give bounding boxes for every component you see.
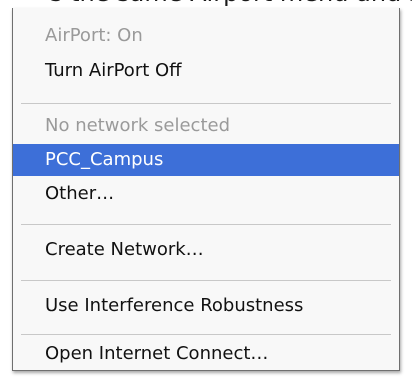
menu-separator [21, 334, 391, 335]
clipped-caption-text: s the same Airport menu and selec [0, 0, 412, 8]
other-network-item[interactable]: Other… [13, 178, 399, 210]
open-internet-connect-item[interactable]: Open Internet Connect… [13, 338, 399, 370]
airport-status-label: AirPort: On [45, 25, 143, 46]
turn-airport-off-item[interactable]: Turn AirPort Off [13, 55, 399, 87]
use-interference-robustness-item[interactable]: Use Interference Robustness [13, 290, 399, 322]
network-item-pcc-campus[interactable]: PCC_Campus [13, 144, 399, 176]
no-network-selected-label: No network selected [45, 115, 231, 136]
menu-separator [21, 280, 391, 281]
create-network-item[interactable]: Create Network… [13, 234, 399, 266]
menu-separator [21, 224, 391, 225]
airport-menu: AirPort: On Turn AirPort Off No network … [12, 8, 400, 371]
menu-separator [21, 103, 391, 104]
